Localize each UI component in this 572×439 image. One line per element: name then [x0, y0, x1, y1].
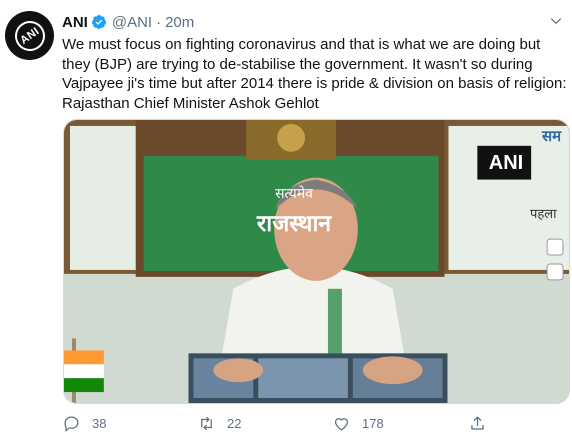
share-icon — [471, 416, 484, 430]
tweet-actions: 38 22 178 — [62, 414, 542, 434]
retweet-count: 22 — [227, 416, 242, 431]
tweet[interactable]: ANI ANI @ANI · 20m We must focus on figh… — [0, 0, 572, 439]
side-text-bottom: पहला — [530, 207, 557, 222]
reply-icon — [64, 416, 79, 432]
chevron-down-icon[interactable] — [549, 14, 563, 28]
tweet-header: ANI @ANI · 20m — [62, 12, 194, 32]
share-button[interactable] — [468, 414, 487, 433]
banner-text-line1: सत्यमेव — [275, 186, 313, 202]
reply-count: 38 — [92, 416, 107, 431]
like-button[interactable]: 178 — [332, 414, 384, 433]
tweet-text: We must focus on fighting coronavirus an… — [62, 36, 567, 112]
retweet-button[interactable]: 22 — [197, 414, 241, 433]
retweet-icon — [201, 416, 212, 431]
separator-dot: · — [156, 13, 162, 31]
tweet-time[interactable]: 20m — [165, 14, 194, 31]
ani-logo: ANI — [8, 14, 51, 57]
avatar[interactable]: ANI — [5, 11, 54, 60]
ani-watermark: ANI — [488, 152, 524, 174]
reply-button[interactable]: 38 — [62, 414, 106, 433]
author-handle[interactable]: @ANI — [112, 14, 152, 31]
heart-icon — [334, 418, 349, 431]
verified-badge-icon — [91, 14, 107, 30]
banner-text-line2: राजस्थान — [256, 211, 332, 237]
side-text-top: सम — [542, 127, 562, 145]
author-name[interactable]: ANI — [62, 14, 88, 31]
like-count: 178 — [362, 416, 384, 431]
tweet-media-video[interactable]: ANI सत्यमेव राजस्थान सम पहला — [63, 119, 570, 404]
